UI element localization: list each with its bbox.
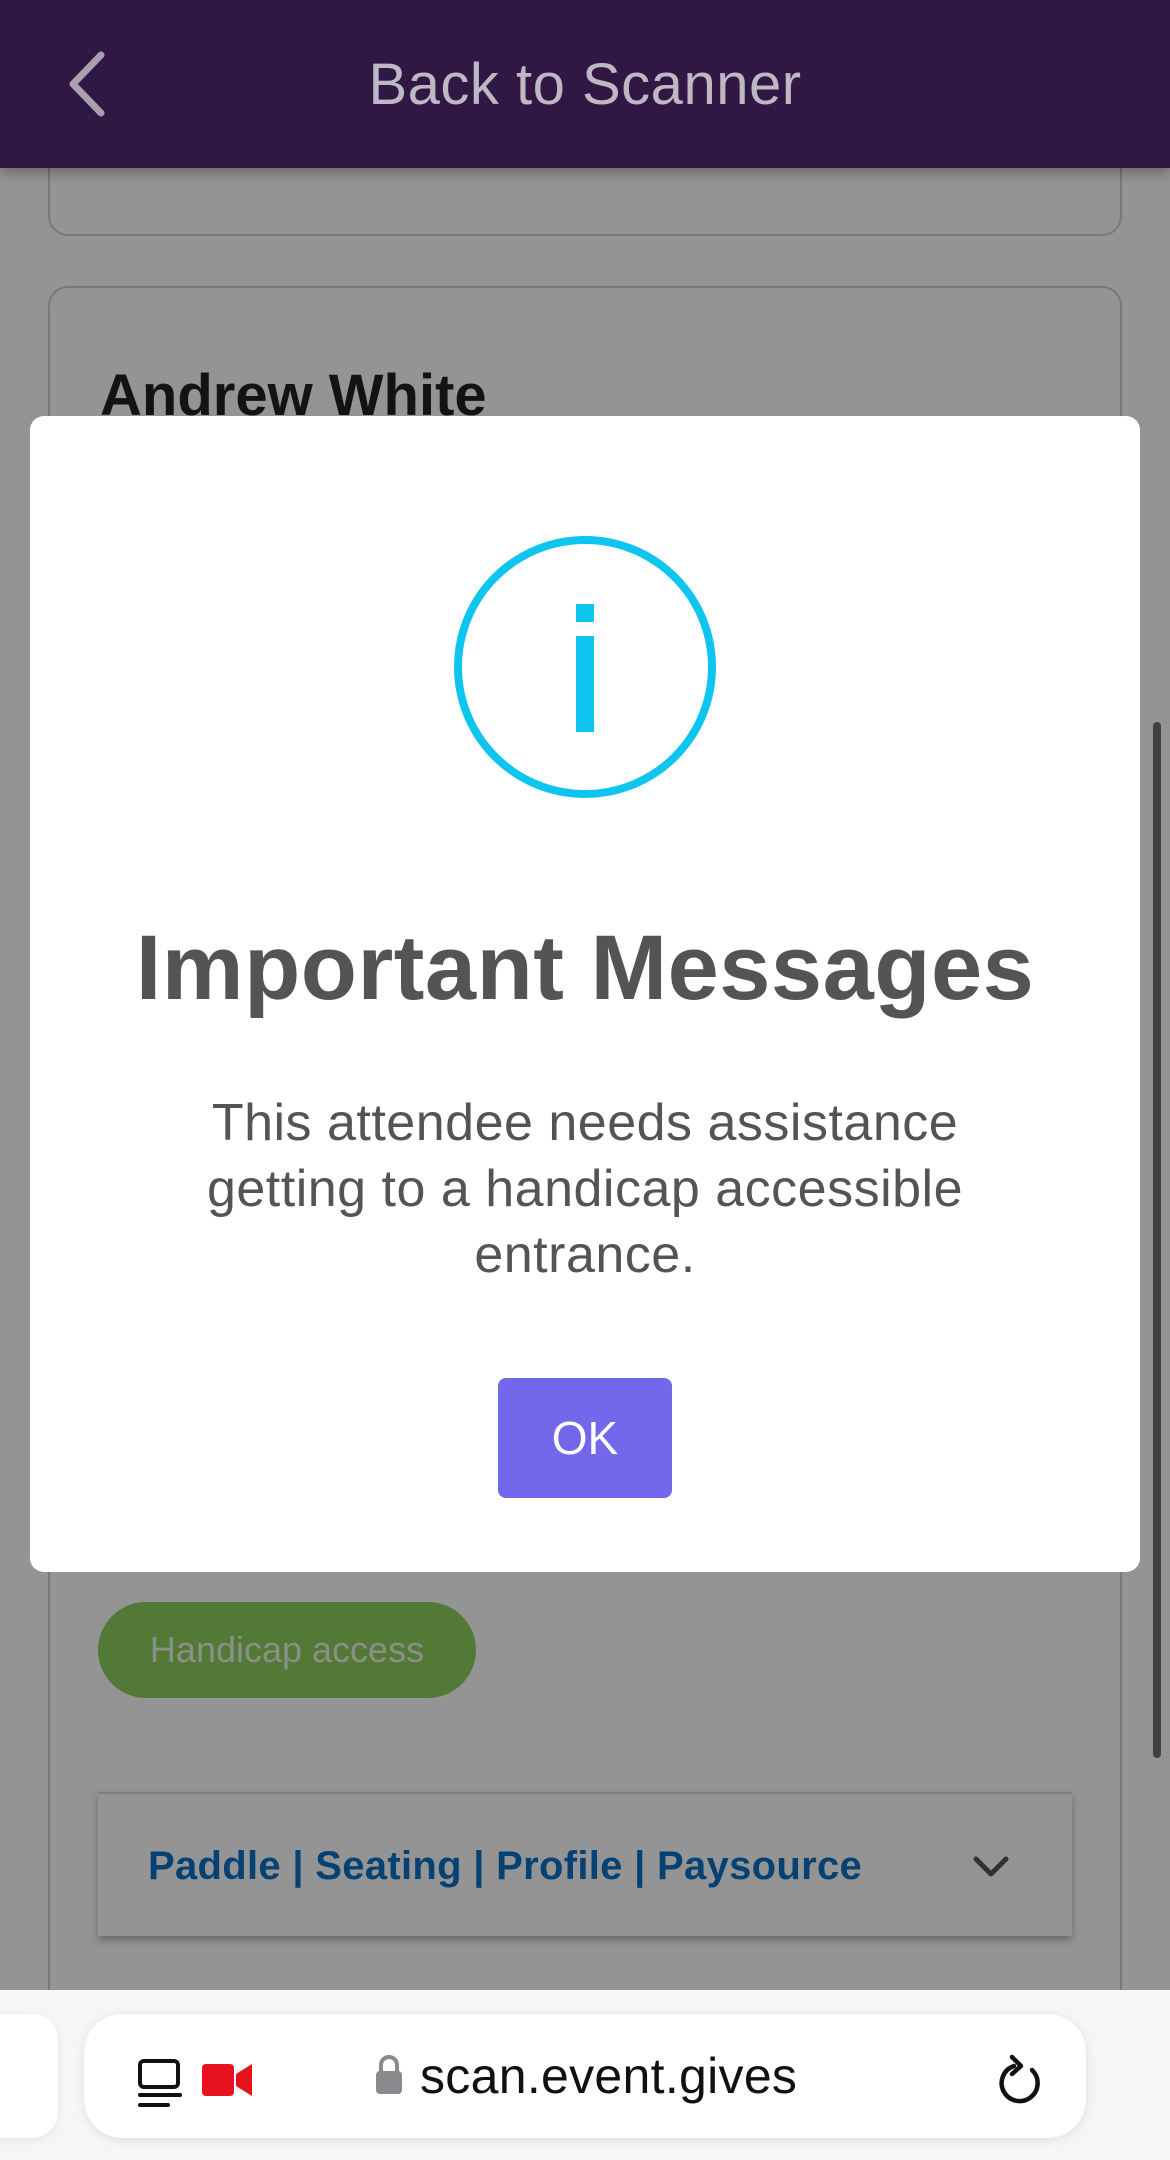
address-bar[interactable]: scan.event.gives (84, 2014, 1086, 2138)
lock-icon (376, 2055, 402, 2094)
reload-icon[interactable] (992, 2052, 1044, 2108)
back-button[interactable] (52, 44, 122, 124)
chevron-left-icon (69, 51, 105, 117)
ok-button[interactable]: OK (498, 1378, 672, 1498)
dialog-title: Important Messages (135, 917, 1035, 1019)
url-text: scan.event.gives (420, 2048, 798, 2104)
tab-overview-icon[interactable] (136, 2058, 184, 2110)
info-icon (454, 536, 716, 798)
camera-recording-icon[interactable] (200, 2060, 254, 2100)
dialog-message: This attendee needs assistance getting t… (206, 1094, 964, 1284)
page: Back to Scanner Andrew White Handicap ac… (0, 0, 1170, 2160)
header-title[interactable]: Back to Scanner (0, 0, 1170, 168)
previous-tab[interactable] (0, 2014, 58, 2138)
app-header: Back to Scanner (0, 0, 1170, 168)
important-messages-dialog: Important Messages This attendee needs a… (30, 416, 1140, 1572)
browser-toolbar: scan.event.gives (0, 1990, 1170, 2160)
